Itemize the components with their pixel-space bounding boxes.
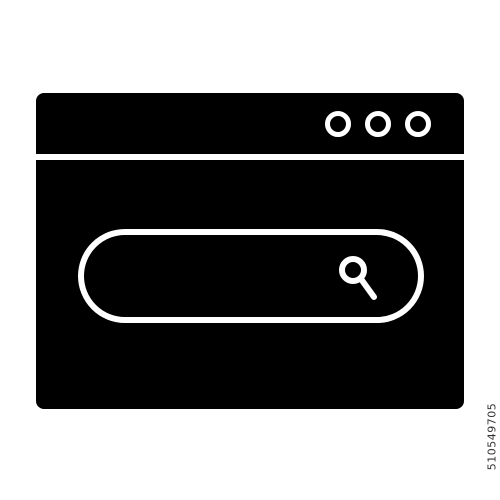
browser-window-frame bbox=[36, 93, 464, 409]
title-bar-divider bbox=[36, 154, 464, 160]
stock-id-watermark: 510549705 bbox=[485, 402, 499, 471]
icon-canvas: 510549705 bbox=[0, 0, 500, 500]
browser-search-icon bbox=[36, 93, 464, 409]
